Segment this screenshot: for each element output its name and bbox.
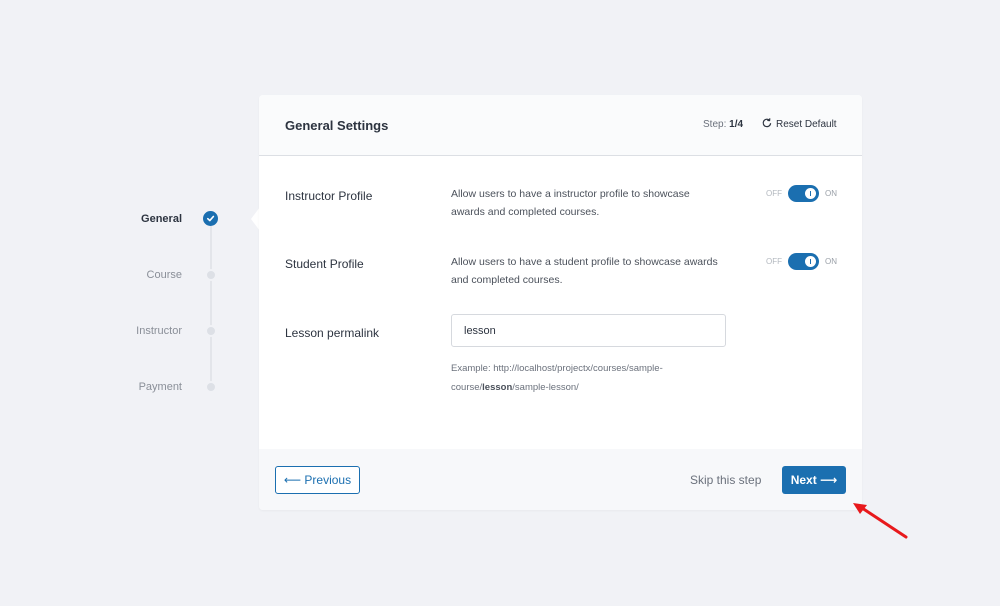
step-course[interactable]: Course (22, 269, 182, 281)
step-dot-icon (205, 325, 217, 337)
example-suffix: /sample-lesson/ (512, 382, 579, 393)
card-footer: ⟵ Previous Skip this step Next ⟶ (259, 449, 862, 510)
student-profile-description: Allow users to have a student profile to… (451, 256, 718, 286)
toggle-on-text: ON (825, 189, 837, 198)
student-profile-toggle[interactable] (788, 253, 819, 270)
card-header: General Settings Step: 1/4 Reset Default (259, 95, 862, 156)
lesson-permalink-label: Lesson permalink (285, 326, 380, 340)
toggle-knob (805, 188, 816, 199)
skip-step-link[interactable]: Skip this step (690, 473, 761, 487)
step-dot-icon (205, 269, 217, 281)
reset-label: Reset Default (776, 119, 837, 130)
step-label: Payment (138, 381, 182, 393)
reset-icon (761, 117, 773, 132)
annotation-arrow-icon (853, 503, 908, 539)
settings-card: General Settings Step: 1/4 Reset Default… (259, 95, 862, 510)
instructor-profile-toggle[interactable] (788, 185, 819, 202)
toggle-off-text: OFF (766, 257, 782, 266)
toggle-knob (805, 256, 816, 267)
example-bold: lesson (482, 382, 513, 393)
setup-stepper: General Course Instructor Payment (0, 0, 260, 606)
permalink-example: Example: http://localhost/projectx/cours… (451, 359, 711, 397)
page-title: General Settings (285, 118, 389, 133)
step-label: Course (146, 269, 182, 281)
student-profile-toggle-group: OFF ON (766, 253, 837, 270)
reset-default-button[interactable]: Reset Default (761, 117, 837, 132)
step-dot-icon (205, 381, 217, 393)
step-label: General (141, 213, 182, 225)
toggle-off-text: OFF (766, 189, 782, 198)
step-prefix: Step: (703, 119, 727, 130)
instructor-profile-label: Instructor Profile (285, 189, 373, 203)
check-icon (203, 211, 218, 226)
stepper-line (210, 226, 212, 386)
instructor-profile-toggle-group: OFF ON (766, 185, 837, 202)
student-profile-label: Student Profile (285, 257, 364, 271)
previous-button[interactable]: ⟵ Previous (275, 466, 360, 494)
step-instructor[interactable]: Instructor (22, 325, 182, 337)
step-payment[interactable]: Payment (22, 381, 182, 393)
step-general[interactable]: General (22, 213, 182, 225)
instructor-profile-description: Allow users to have a instructor profile… (451, 188, 690, 218)
step-value: 1/4 (729, 119, 744, 130)
next-button[interactable]: Next ⟶ (782, 466, 846, 494)
lesson-permalink-input[interactable] (451, 314, 726, 347)
step-label: Instructor (136, 325, 182, 337)
toggle-on-text: ON (825, 257, 837, 266)
step-indicator: Step: 1/4 (703, 119, 743, 130)
